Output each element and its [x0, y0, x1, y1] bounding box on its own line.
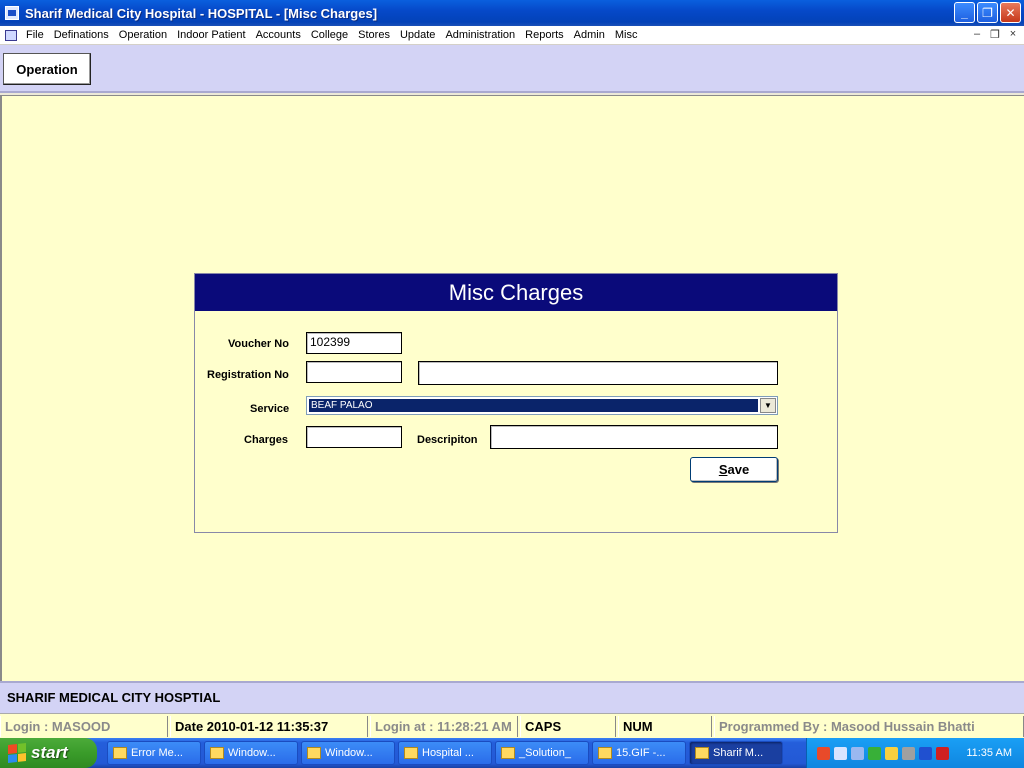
document-icon[interactable] [5, 29, 17, 41]
status-login: Login : MASOOD [0, 716, 168, 737]
tray-users-icon[interactable] [902, 746, 915, 760]
tray-security-icon[interactable] [868, 746, 881, 760]
status-caps: CAPS [520, 716, 616, 737]
voucher-input[interactable]: 102399 [306, 332, 402, 354]
service-selected-value: BEAF PALAO [309, 399, 758, 412]
tray-tools-icon[interactable] [817, 746, 830, 760]
tray-network-icon[interactable] [851, 746, 864, 760]
menu-bar: File Definations Operation Indoor Patien… [0, 26, 1024, 45]
taskbar: start Error Me... Window... Window... Ho… [0, 738, 1024, 768]
operation-button[interactable]: Operation [3, 53, 91, 85]
app-window-icon [695, 747, 709, 759]
status-programmed-by: Programmed By : Masood Hussain Bhatti [714, 716, 1024, 737]
window-title: Sharif Medical City Hospital - HOSPITAL … [25, 5, 378, 21]
task-label: Window... [228, 747, 276, 759]
task-gif[interactable]: 15.GIF -... [592, 741, 686, 765]
clock[interactable]: 11:35 AM [966, 747, 1012, 759]
menu-update[interactable]: Update [395, 29, 440, 41]
status-num: NUM [618, 716, 712, 737]
start-button[interactable]: start [0, 738, 97, 768]
task-sharif-medical[interactable]: Sharif M... [689, 741, 783, 765]
patient-name-input[interactable] [418, 361, 778, 385]
folder-icon [210, 747, 224, 759]
start-label: start [31, 743, 68, 762]
task-label: Window... [325, 747, 373, 759]
task-label: Error Me... [131, 747, 183, 759]
task-solution[interactable]: _Solution_ [495, 741, 589, 765]
misc-charges-form: Misc Charges Voucher No 102399 Registrat… [194, 273, 838, 533]
task-windows-1[interactable]: Window... [204, 741, 298, 765]
chevron-down-icon[interactable]: ▼ [760, 398, 776, 413]
menu-admin[interactable]: Admin [569, 29, 610, 41]
service-label: Service [250, 403, 290, 415]
system-tray: 11:35 AM [806, 738, 1024, 768]
image-editor-icon [598, 747, 612, 759]
task-label: _Solution_ [519, 747, 571, 759]
status-date: Date 2010-01-12 11:35:37 [170, 716, 368, 737]
windows-logo-icon [8, 743, 26, 763]
hospital-name: SHARIF MEDICAL CITY HOSPTIAL [7, 690, 221, 705]
window-controls: _ ❐ ✕ [954, 2, 1021, 23]
description-label: Descripiton [417, 434, 478, 446]
tray-chat-icon[interactable] [885, 746, 898, 760]
menu-stores[interactable]: Stores [353, 29, 395, 41]
menu-definations[interactable]: Definations [49, 29, 114, 41]
task-error-messages[interactable]: Error Me... [107, 741, 201, 765]
task-label: Sharif M... [713, 747, 764, 759]
mdi-minimize-button[interactable]: – [970, 28, 984, 41]
registration-label: Registration No [207, 369, 289, 381]
charges-label: Charges [244, 434, 289, 446]
mdi-restore-button[interactable]: ❐ [988, 28, 1002, 41]
app-icon [307, 747, 321, 759]
tray-shield-icon[interactable] [936, 746, 949, 760]
menu-operation[interactable]: Operation [114, 29, 172, 41]
tray-messenger-icon[interactable] [834, 746, 847, 760]
mdi-controls: – ❐ × [970, 28, 1020, 41]
folder-icon [501, 747, 515, 759]
minimize-button[interactable]: _ [954, 2, 975, 23]
folder-icon [404, 747, 418, 759]
task-label: Hospital ... [422, 747, 474, 759]
menu-accounts[interactable]: Accounts [251, 29, 306, 41]
menu-misc[interactable]: Misc [610, 29, 643, 41]
menu-college[interactable]: College [306, 29, 353, 41]
status-login-at: Login at : 11:28:21 AM [370, 716, 518, 737]
task-hospital[interactable]: Hospital ... [398, 741, 492, 765]
menu-indoor-patient[interactable]: Indoor Patient [172, 29, 251, 41]
service-dropdown[interactable]: BEAF PALAO ▼ [306, 396, 778, 415]
restore-button[interactable]: ❐ [977, 2, 998, 23]
tray-display-icon[interactable] [919, 746, 932, 760]
status-bar: Login : MASOOD Date 2010-01-12 11:35:37 … [0, 713, 1024, 738]
title-bar[interactable]: Sharif Medical City Hospital - HOSPITAL … [0, 0, 1024, 26]
mdi-close-button[interactable]: × [1006, 28, 1020, 41]
description-input[interactable] [490, 425, 778, 449]
registration-input[interactable] [306, 361, 402, 383]
charges-input[interactable] [306, 426, 402, 448]
menu-administration[interactable]: Administration [440, 29, 520, 41]
form-title: Misc Charges [195, 274, 837, 311]
task-label: 15.GIF -... [616, 747, 666, 759]
task-list: Error Me... Window... Window... Hospital… [107, 741, 783, 765]
task-windows-2[interactable]: Window... [301, 741, 395, 765]
toolbar: Operation [0, 45, 1024, 93]
save-label: ave [727, 462, 750, 477]
app-icon[interactable] [5, 6, 19, 20]
voucher-label: Voucher No [228, 338, 289, 350]
hospital-name-strip: SHARIF MEDICAL CITY HOSPTIAL [0, 681, 1024, 713]
close-button[interactable]: ✕ [1000, 2, 1021, 23]
save-mnemonic: S [718, 462, 728, 477]
browser-icon [113, 747, 127, 759]
menu-file[interactable]: File [21, 29, 49, 41]
save-button[interactable]: Save [690, 457, 778, 482]
menu-reports[interactable]: Reports [520, 29, 569, 41]
